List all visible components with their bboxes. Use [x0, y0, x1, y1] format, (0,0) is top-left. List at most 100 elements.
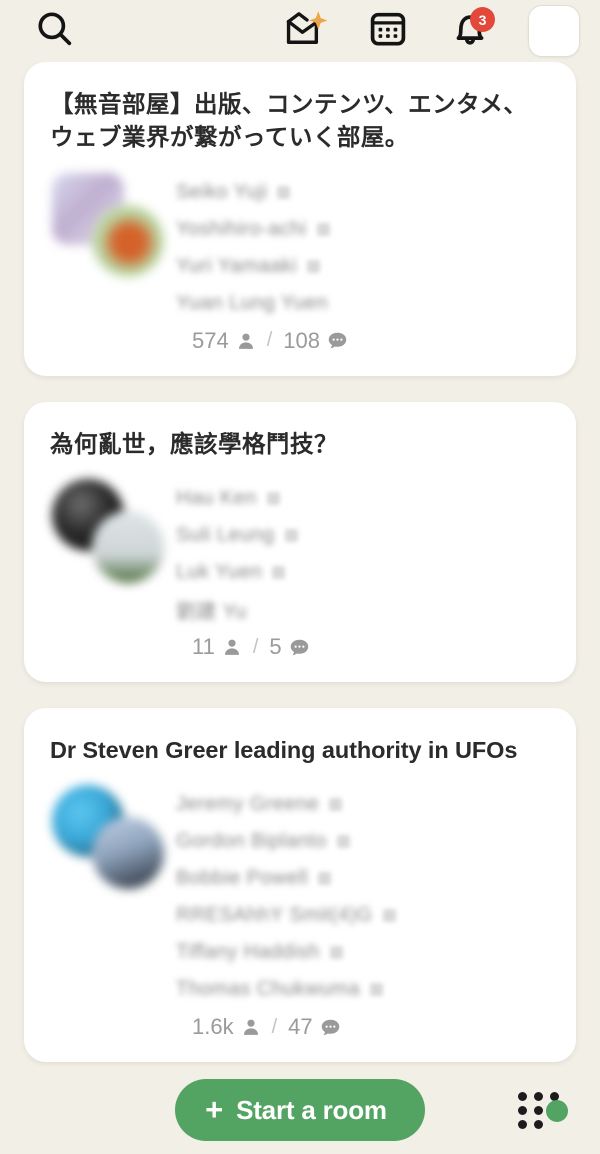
room-stats: 1.6k / 47: [50, 1014, 550, 1040]
plus-icon: +: [205, 1091, 224, 1127]
speaker-badge-icon: [329, 798, 343, 812]
room-title: 【無音部屋】出版、コンテンツ、エンタメ、ウェブ業界が繋がっていく部屋。: [50, 90, 528, 152]
speaker-badge-icon: [266, 492, 280, 506]
list-item[interactable]: Thomas Chukwuma: [176, 971, 550, 1008]
list-item[interactable]: Bobbie Powell: [176, 860, 550, 897]
topbar-right-group: 3: [282, 5, 600, 57]
room-stats: 574 / 108: [50, 328, 550, 354]
list-item[interactable]: Hau Ken: [176, 480, 550, 517]
speaker-badge-icon: [329, 946, 343, 960]
start-a-room-button[interactable]: + Start a room: [175, 1079, 425, 1141]
speaker-count: 108: [283, 327, 320, 353]
room-body: Seiko Yuji Yoshihiro-achi Yuri Yamaaki Y…: [50, 171, 550, 322]
invite-button[interactable]: [282, 7, 330, 55]
person-icon: [222, 637, 242, 657]
listener-count: 574: [192, 327, 229, 353]
speech-bubble-icon: [320, 1017, 341, 1038]
speaker-badge-icon: [272, 566, 286, 580]
speaker-name: Yuan Lung Yuen: [176, 291, 329, 314]
speaker-name: Tiffany Haddish: [176, 941, 320, 964]
speaker-name: Hau Ken: [176, 487, 257, 510]
speaker-badge-icon: [382, 909, 396, 923]
avatar-cluster[interactable]: [50, 783, 168, 890]
room-title: Dr Steven Greer leading authority in UFO…: [50, 737, 518, 764]
speaker-list: Jeremy Greene Gordon Biplanto Bobbie Pow…: [168, 783, 550, 1008]
list-item[interactable]: Luk Yuen: [176, 554, 550, 591]
speaker-name: Seiko Yuji: [176, 180, 268, 203]
list-item[interactable]: Yoshihiro-achi: [176, 211, 550, 248]
room-card[interactable]: Dr Steven Greer leading authority in UFO…: [24, 708, 576, 1063]
room-body: Hau Ken Suli Leung Luk Yuen 劉建 Yu: [50, 477, 550, 628]
grid-dot: [518, 1120, 527, 1129]
calendar-icon: [367, 8, 409, 55]
speech-bubble-icon: [289, 637, 310, 658]
speaker-name: 劉建 Yu: [176, 601, 247, 624]
grid-dot: [534, 1092, 543, 1101]
speaker-name: Bobbie Powell: [176, 867, 308, 890]
notifications-button[interactable]: 3: [446, 7, 495, 55]
speaker-count: 47: [288, 1014, 313, 1040]
list-item[interactable]: Seiko Yuji: [176, 174, 550, 211]
speaker-name: Yoshihiro-achi: [176, 217, 307, 240]
list-item[interactable]: Yuri Yamaaki: [176, 248, 550, 285]
speaker-badge-icon: [277, 185, 291, 199]
list-item[interactable]: Yuan Lung Yuen: [176, 285, 550, 322]
start-a-room-label: Start a room: [236, 1094, 387, 1125]
speaker-badge-icon: [317, 872, 331, 886]
grid-dots-icon[interactable]: [518, 1090, 580, 1132]
grid-dot: [518, 1092, 527, 1101]
grid-dot: [518, 1106, 527, 1115]
search-icon: [34, 8, 76, 55]
list-item[interactable]: Jeremy Greene: [176, 786, 550, 823]
listener-count: 11: [192, 634, 215, 660]
search-button[interactable]: [31, 7, 79, 55]
top-navigation-bar: 3: [0, 0, 600, 62]
list-item[interactable]: Suli Leung: [176, 517, 550, 554]
speaker-list: Hau Ken Suli Leung Luk Yuen 劉建 Yu: [168, 477, 550, 628]
person-icon: [241, 1017, 261, 1037]
speaker-name: Luk Yuen: [176, 561, 263, 584]
listener-count: 1.6k: [192, 1014, 234, 1040]
speaker-name: Jeremy Greene: [176, 793, 320, 816]
avatar-cluster[interactable]: [50, 477, 168, 584]
speaker-name: Gordon Biplanto: [176, 830, 327, 853]
list-item[interactable]: Tiffany Haddish: [176, 934, 550, 971]
speaker-name: RRESAhhY Smit(4)G: [176, 904, 373, 927]
rooms-feed[interactable]: 【無音部屋】出版、コンテンツ、エンタメ、ウェブ業界が繋がっていく部屋。 Seik…: [0, 62, 600, 1154]
speaker-badge-icon: [369, 983, 383, 997]
speech-bubble-icon: [327, 330, 348, 351]
avatar: [92, 511, 164, 584]
profile-avatar-button[interactable]: [528, 5, 580, 57]
list-item[interactable]: 劉建 Yu: [176, 591, 550, 628]
stats-separator: /: [271, 1015, 278, 1038]
room-card[interactable]: 【無音部屋】出版、コンテンツ、エンタメ、ウェブ業界が繋がっていく部屋。 Seik…: [24, 62, 576, 376]
grid-dot: [534, 1106, 543, 1115]
upcoming-events-button[interactable]: [364, 7, 412, 55]
speaker-badge-icon: [316, 222, 330, 236]
speaker-name: Thomas Chukwuma: [176, 978, 360, 1001]
envelope-sparkle-icon: [283, 8, 329, 55]
room-card[interactable]: 為何亂世，應該學格鬥技？ Hau Ken Suli Leung Luk Yuen: [24, 401, 576, 683]
topbar-left-group: [0, 7, 110, 55]
speaker-badge-icon: [336, 835, 350, 849]
person-icon: [236, 331, 256, 351]
grid-dot: [534, 1120, 543, 1129]
speaker-count: 5: [269, 634, 282, 660]
list-item[interactable]: RRESAhhY Smit(4)G: [176, 897, 550, 934]
room-title: 為何亂世，應該學格鬥技？: [50, 429, 338, 458]
list-item[interactable]: Gordon Biplanto: [176, 823, 550, 860]
speaker-name: Yuri Yamaaki: [176, 254, 297, 277]
avatar: [92, 204, 164, 277]
speaker-list: Seiko Yuji Yoshihiro-achi Yuri Yamaaki Y…: [168, 171, 550, 322]
avatar-cluster[interactable]: [50, 171, 168, 277]
room-body: Jeremy Greene Gordon Biplanto Bobbie Pow…: [50, 783, 550, 1008]
stats-separator: /: [252, 635, 259, 658]
stats-separator: /: [266, 329, 273, 352]
speaker-badge-icon: [284, 529, 298, 543]
avatar: [92, 817, 164, 890]
active-room-dot: [546, 1100, 568, 1122]
bottom-action-bar: + Start a room: [0, 1066, 600, 1154]
speaker-name: Suli Leung: [176, 524, 275, 547]
speaker-badge-icon: [306, 259, 320, 273]
room-stats: 11 / 5: [50, 634, 550, 660]
